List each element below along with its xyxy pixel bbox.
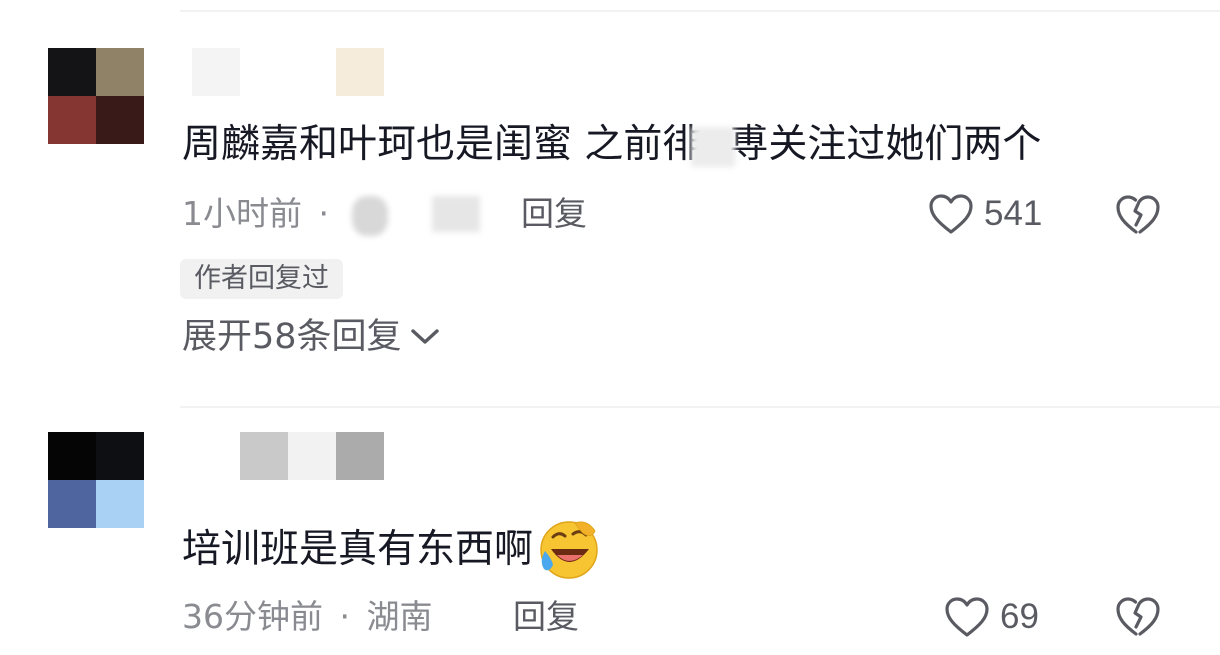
chevron-down-icon <box>410 329 439 344</box>
reply-button[interactable]: 回复 <box>513 595 579 639</box>
like-count: 69 <box>1000 597 1039 636</box>
expand-replies-button[interactable]: 展开58条回复 <box>182 314 442 360</box>
like-button[interactable]: 69 <box>944 595 1039 639</box>
comment-time: 1小时前 <box>182 194 302 233</box>
reply-button[interactable]: 回复 <box>521 192 587 236</box>
dislike-button[interactable] <box>1115 194 1161 240</box>
heart-outline-icon <box>929 194 973 234</box>
like-count: 541 <box>984 194 1043 233</box>
commenter-avatar[interactable] <box>48 432 144 528</box>
like-button[interactable]: 541 <box>928 192 1042 236</box>
laughing-crying-emoji <box>540 521 598 579</box>
comment-text-part: 周麟嘉和叶珂也是闺蜜 之前徘 <box>182 122 702 167</box>
comment-text: 周麟嘉和叶珂也是闺蜜 之前徘 尃关注过她们两个 <box>182 120 1041 170</box>
comment-meta: 36分钟前 · 湖南 <box>182 595 433 639</box>
comment-time: 36分钟前 <box>182 597 323 636</box>
meta-separator: · <box>339 597 351 636</box>
author-replied-badge: 作者回复过 <box>180 259 343 299</box>
divider-top <box>180 10 1220 12</box>
expand-replies-label: 展开58条回复 <box>182 317 402 357</box>
comment-location: 湖南 <box>366 597 433 636</box>
divider-middle <box>180 406 1220 408</box>
comment-meta: 1小时前 · <box>182 192 335 236</box>
meta-separator: · <box>318 194 330 233</box>
location-redacted <box>432 196 480 232</box>
dislike-button[interactable] <box>1115 596 1161 642</box>
heart-outline-icon <box>945 597 989 637</box>
comment-text-part: 尃关注过她们两个 <box>729 122 1042 167</box>
comment-text-body: 培训班是真有东西啊 <box>182 527 534 572</box>
broken-heart-icon <box>1116 597 1160 636</box>
location-redacted <box>352 196 388 236</box>
redacted-patch <box>691 126 736 167</box>
comment-text: 培训班是真有东西啊 <box>182 517 601 583</box>
commenter-avatar[interactable] <box>48 48 144 144</box>
broken-heart-icon <box>1116 195 1160 234</box>
